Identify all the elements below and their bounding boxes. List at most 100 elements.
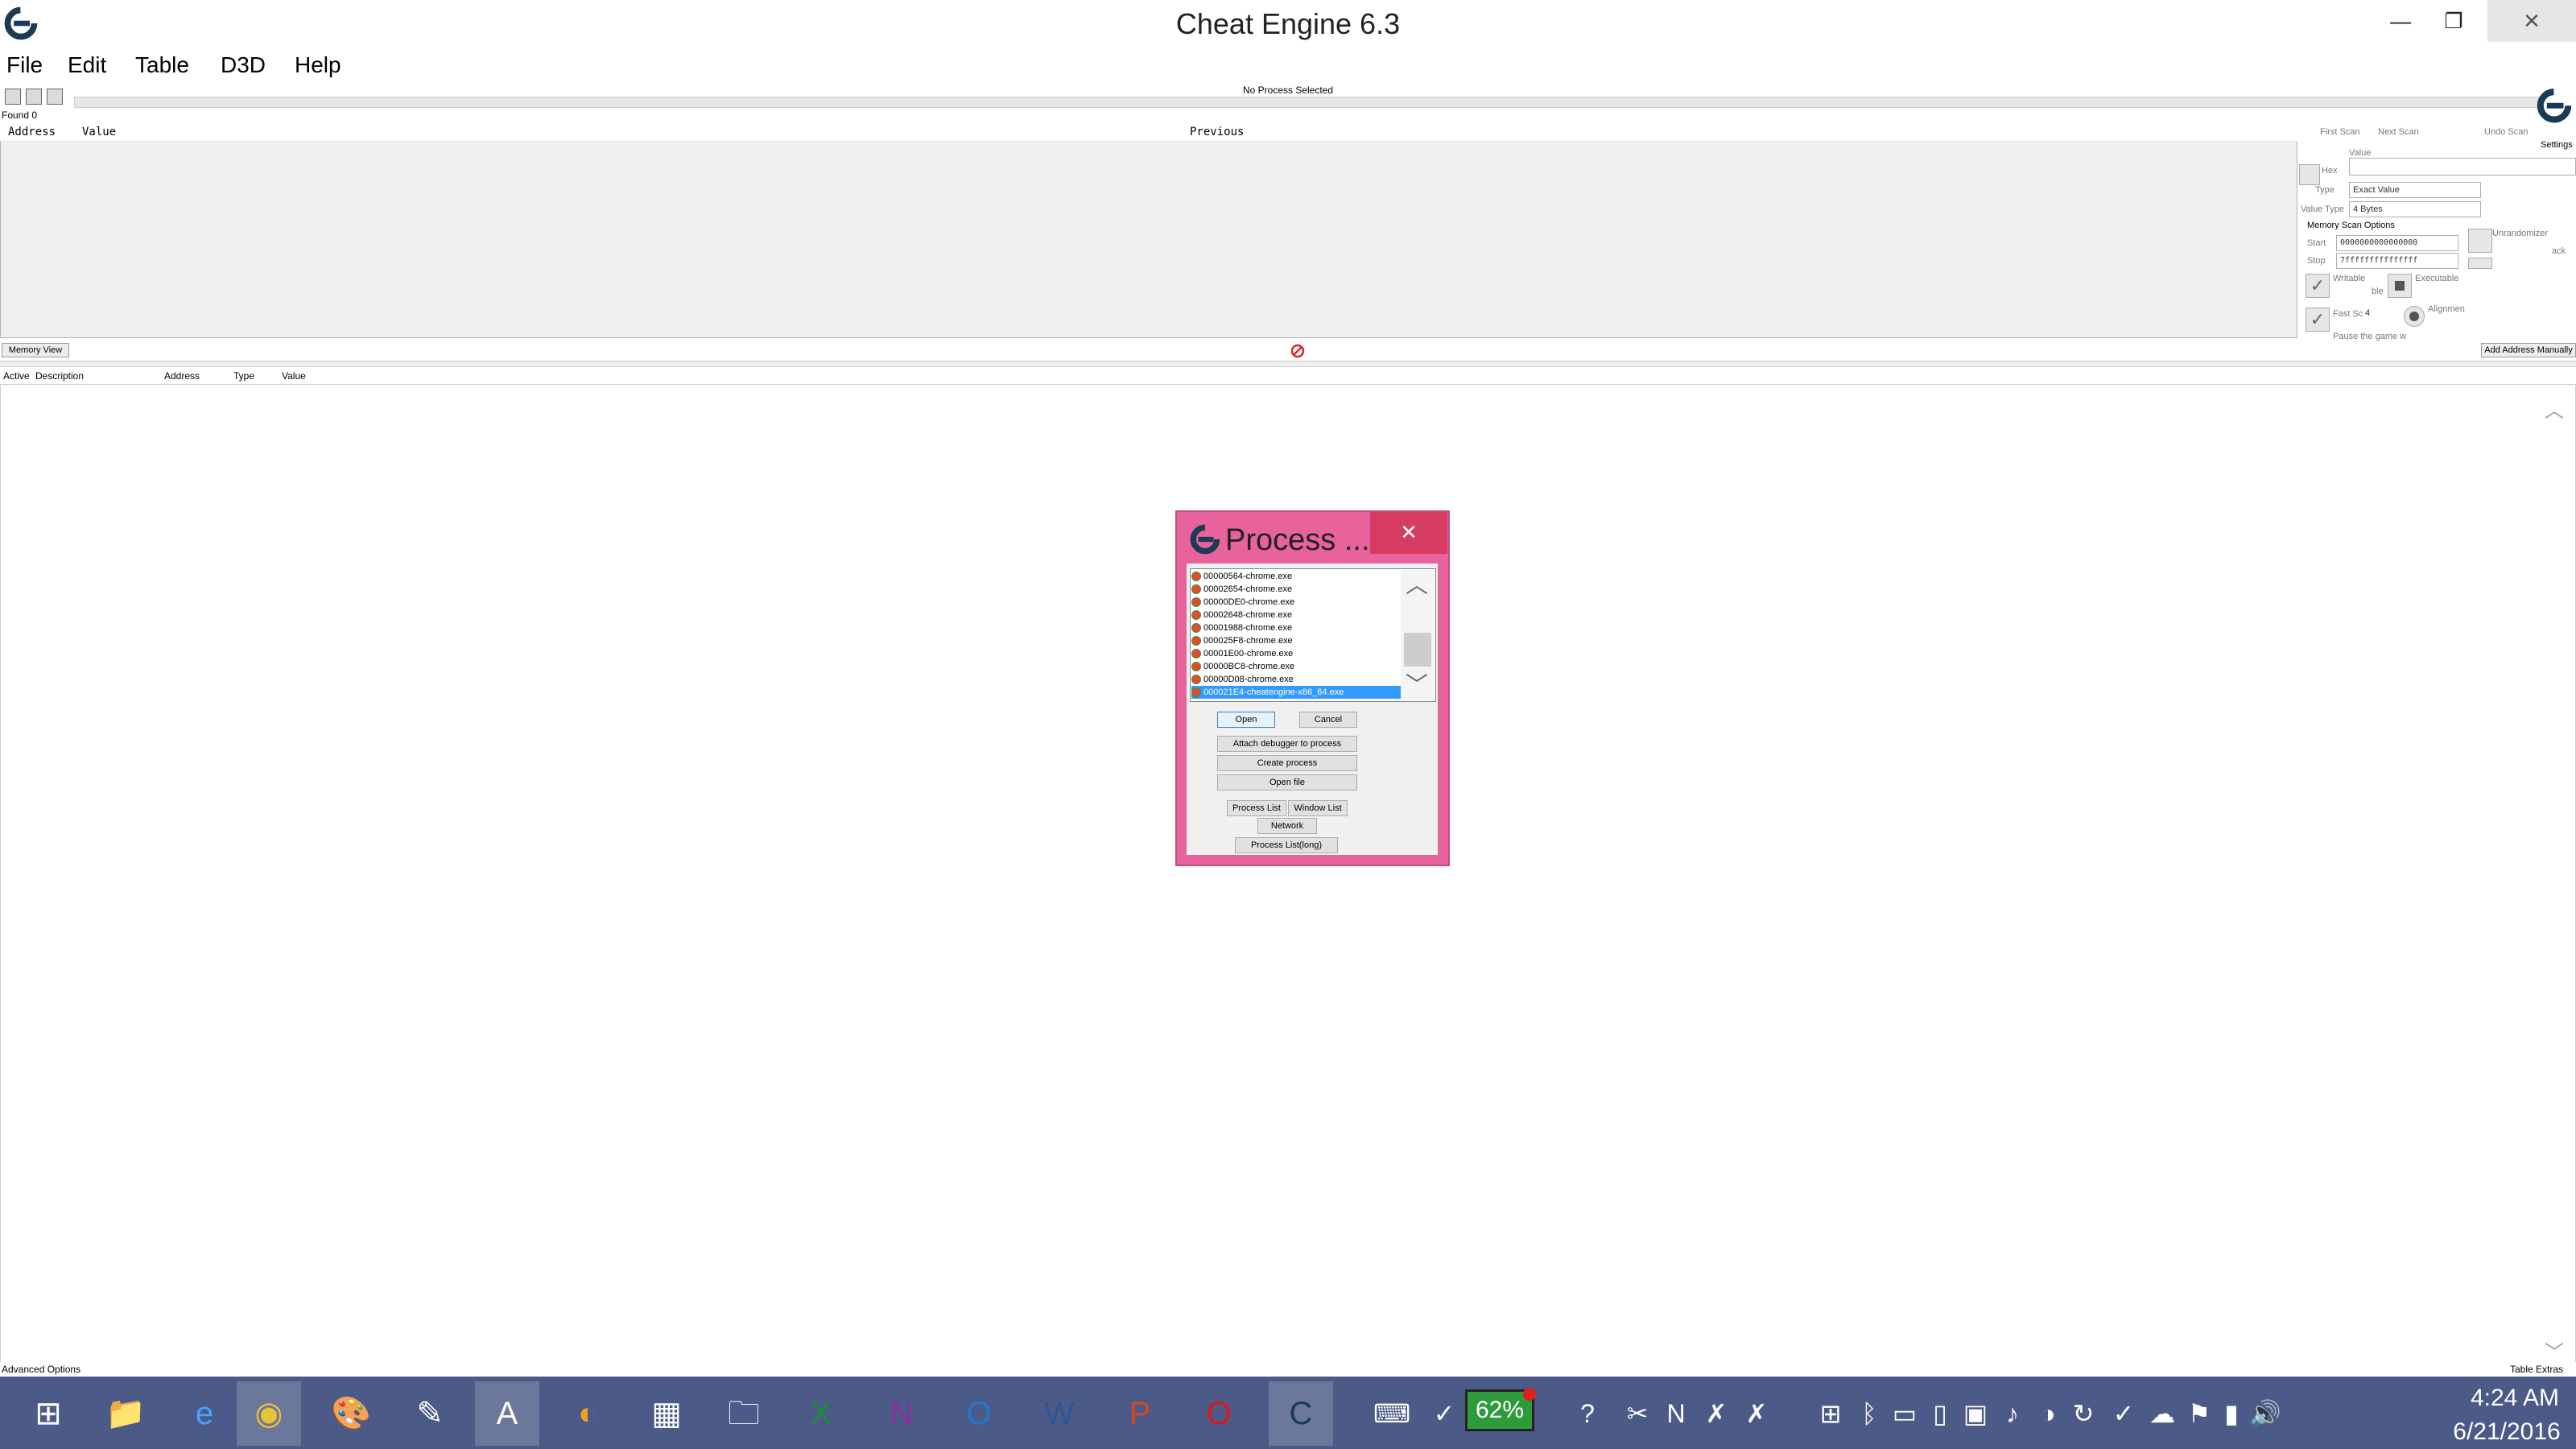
column-address[interactable]: Address xyxy=(164,370,200,382)
speaker-icon[interactable]: 🔊 xyxy=(2248,1396,2283,1431)
menu-table[interactable]: Table xyxy=(135,48,189,82)
windows-start-icon[interactable]: ⊞ xyxy=(16,1381,80,1446)
process-list-item[interactable]: 00001E00-chrome.exe xyxy=(1191,647,1401,660)
table-extras-link[interactable]: Table Extras xyxy=(2510,1364,2563,1375)
bluetooth-icon[interactable]: ᛒ xyxy=(1852,1396,1887,1431)
advanced-options-link[interactable]: Advanced Options xyxy=(2,1364,80,1375)
panel-splitter[interactable] xyxy=(0,361,2576,367)
paint-icon[interactable]: 🎨 xyxy=(319,1381,383,1446)
scan-results-list[interactable] xyxy=(0,122,2297,338)
scroll-down-icon[interactable]: ﹀ xyxy=(2542,1336,2566,1364)
color-icon[interactable]: ◑ xyxy=(2030,1396,2066,1431)
column-previous[interactable]: Previous xyxy=(1190,126,1244,138)
process-list-item[interactable]: 00000D08-chrome.exe xyxy=(1191,673,1401,686)
fast-scan-checkbox[interactable]: ✓ xyxy=(2306,308,2330,332)
process-list-item[interactable]: 00002648-chrome.exe xyxy=(1191,609,1401,621)
volume-icon[interactable]: ♪ xyxy=(1995,1396,2030,1431)
memory-view-button[interactable]: Memory View xyxy=(2,343,69,357)
menu-help[interactable]: Help xyxy=(295,48,341,82)
firefox-icon[interactable]: ◐ xyxy=(555,1381,620,1446)
signal-icon[interactable]: ▮ xyxy=(2214,1396,2249,1431)
display-icon[interactable]: ▭ xyxy=(1887,1396,1922,1431)
process-list-item[interactable]: 00000564-chrome.exe xyxy=(1191,570,1401,583)
opera-icon[interactable]: O xyxy=(1187,1381,1251,1446)
monitor-icon[interactable]: ▣ xyxy=(1958,1396,1993,1431)
shield-icon[interactable]: ✓ xyxy=(1426,1396,1462,1431)
stop-icon[interactable] xyxy=(1290,343,1306,359)
process-list-item[interactable]: 00000BC8-chrome.exe xyxy=(1191,660,1401,673)
scroll-down-icon[interactable]: ﹀ xyxy=(1402,673,1431,697)
notepad-icon[interactable]: ✎ xyxy=(398,1381,462,1446)
value-input[interactable] xyxy=(2349,158,2576,175)
process-list-item[interactable]: 00001988-chrome.exe xyxy=(1191,621,1401,634)
column-description[interactable]: Description xyxy=(35,370,84,382)
onenote-small-icon[interactable]: N xyxy=(1658,1396,1694,1431)
process-list-button[interactable]: Process List xyxy=(1227,800,1286,816)
flag-icon[interactable]: ⚑ xyxy=(2182,1396,2217,1431)
attach-debugger-button[interactable]: Attach debugger to process xyxy=(1217,736,1357,752)
speedhack-checkbox[interactable] xyxy=(2468,258,2492,269)
cheat-engine-icon[interactable]: C xyxy=(1269,1381,1333,1446)
add-address-manually-button[interactable]: Add Address Manually xyxy=(2481,343,2576,357)
process-list-item[interactable]: 00002654-chrome.exe xyxy=(1191,583,1401,596)
stop-address-input[interactable]: 7fffffffffffffff xyxy=(2336,253,2458,269)
help-icon[interactable]: ? xyxy=(1570,1396,1605,1431)
word-icon[interactable]: W xyxy=(1027,1381,1092,1446)
file-explorer-folder-icon[interactable]: 📁 xyxy=(93,1381,158,1446)
select-process-icon[interactable] xyxy=(5,89,21,105)
cloud-icon[interactable]: ☁ xyxy=(2145,1396,2180,1431)
clock-date[interactable]: 6/21/2016 xyxy=(2442,1418,2571,1446)
close-button[interactable]: ✕ xyxy=(2487,0,2576,42)
menu-d3d[interactable]: D3D xyxy=(221,48,266,82)
powerpoint-icon[interactable]: P xyxy=(1108,1381,1172,1446)
refresh-icon[interactable]: ↻ xyxy=(2066,1396,2101,1431)
scan-type-select[interactable]: Exact Value xyxy=(2349,182,2481,198)
clock-time[interactable]: 4:24 AM xyxy=(2458,1385,2571,1412)
fast-scan-value[interactable]: 4 xyxy=(2362,306,2394,320)
process-list-long-button[interactable]: Process List(long) xyxy=(1235,837,1338,853)
next-scan-button[interactable]: Next Scan xyxy=(2378,127,2419,137)
check-icon[interactable]: ✓ xyxy=(2106,1396,2141,1431)
start-address-input[interactable]: 0000000000000000 xyxy=(2336,235,2458,251)
dialog-close-button[interactable]: ✕ xyxy=(1370,512,1447,554)
network-x-icon[interactable]: ✗ xyxy=(1739,1396,1774,1431)
unrandomizer-checkbox[interactable] xyxy=(2468,229,2492,253)
value-type-select[interactable]: 4 Bytes xyxy=(2349,201,2481,217)
windows-icon[interactable]: ⊞ xyxy=(1813,1396,1848,1431)
pdf-icon[interactable]: ✗ xyxy=(1699,1396,1734,1431)
tool-icon[interactable]: ✂ xyxy=(1620,1396,1655,1431)
process-list-item[interactable]: 000021E4-cheatengine-x86_64.exe xyxy=(1191,686,1401,699)
network-button[interactable]: Network xyxy=(1257,818,1317,834)
menu-edit[interactable]: Edit xyxy=(68,48,106,82)
restore-button[interactable]: ❐ xyxy=(2417,0,2491,42)
first-scan-button[interactable]: First Scan xyxy=(2320,127,2360,137)
settings-logo-icon[interactable] xyxy=(2536,85,2573,135)
create-process-button[interactable]: Create process xyxy=(1217,755,1357,771)
scroll-up-icon[interactable]: ︿ xyxy=(2542,394,2566,422)
excel-icon[interactable]: X xyxy=(789,1381,853,1446)
scroll-thumb[interactable] xyxy=(1404,633,1431,667)
cancel-button[interactable]: Cancel xyxy=(1299,712,1357,728)
chrome-icon[interactable]: ◉ xyxy=(237,1381,301,1446)
process-list-item[interactable]: 00000DE0-chrome.exe xyxy=(1191,596,1401,609)
device-icon[interactable]: ▯ xyxy=(1922,1396,1958,1431)
alignment-radio[interactable] xyxy=(2404,306,2425,327)
writable-checkbox[interactable]: ✓ xyxy=(2306,274,2330,298)
save-file-icon[interactable] xyxy=(47,89,63,105)
open-file-button[interactable]: Open file xyxy=(1217,774,1357,791)
column-address[interactable]: Address xyxy=(8,126,56,138)
open-file-icon[interactable] xyxy=(26,89,42,105)
onenote-icon[interactable]: N xyxy=(869,1381,934,1446)
process-list-item[interactable]: 000025F8-chrome.exe xyxy=(1191,634,1401,647)
internet-explorer-icon[interactable]: e xyxy=(172,1381,237,1446)
column-active[interactable]: Active xyxy=(3,370,30,382)
column-type[interactable]: Type xyxy=(233,370,254,382)
menu-file[interactable]: File xyxy=(6,48,43,82)
keyboard-icon[interactable]: ⌨ xyxy=(1373,1396,1410,1431)
hex-checkbox[interactable] xyxy=(2299,164,2320,185)
executable-checkbox[interactable] xyxy=(2388,274,2412,298)
outlook-icon[interactable]: O xyxy=(947,1381,1011,1446)
column-value[interactable]: Value xyxy=(282,370,306,382)
file-explorer-icon[interactable]: 🗀 xyxy=(712,1381,776,1446)
calculator-icon[interactable]: ▦ xyxy=(634,1381,699,1446)
